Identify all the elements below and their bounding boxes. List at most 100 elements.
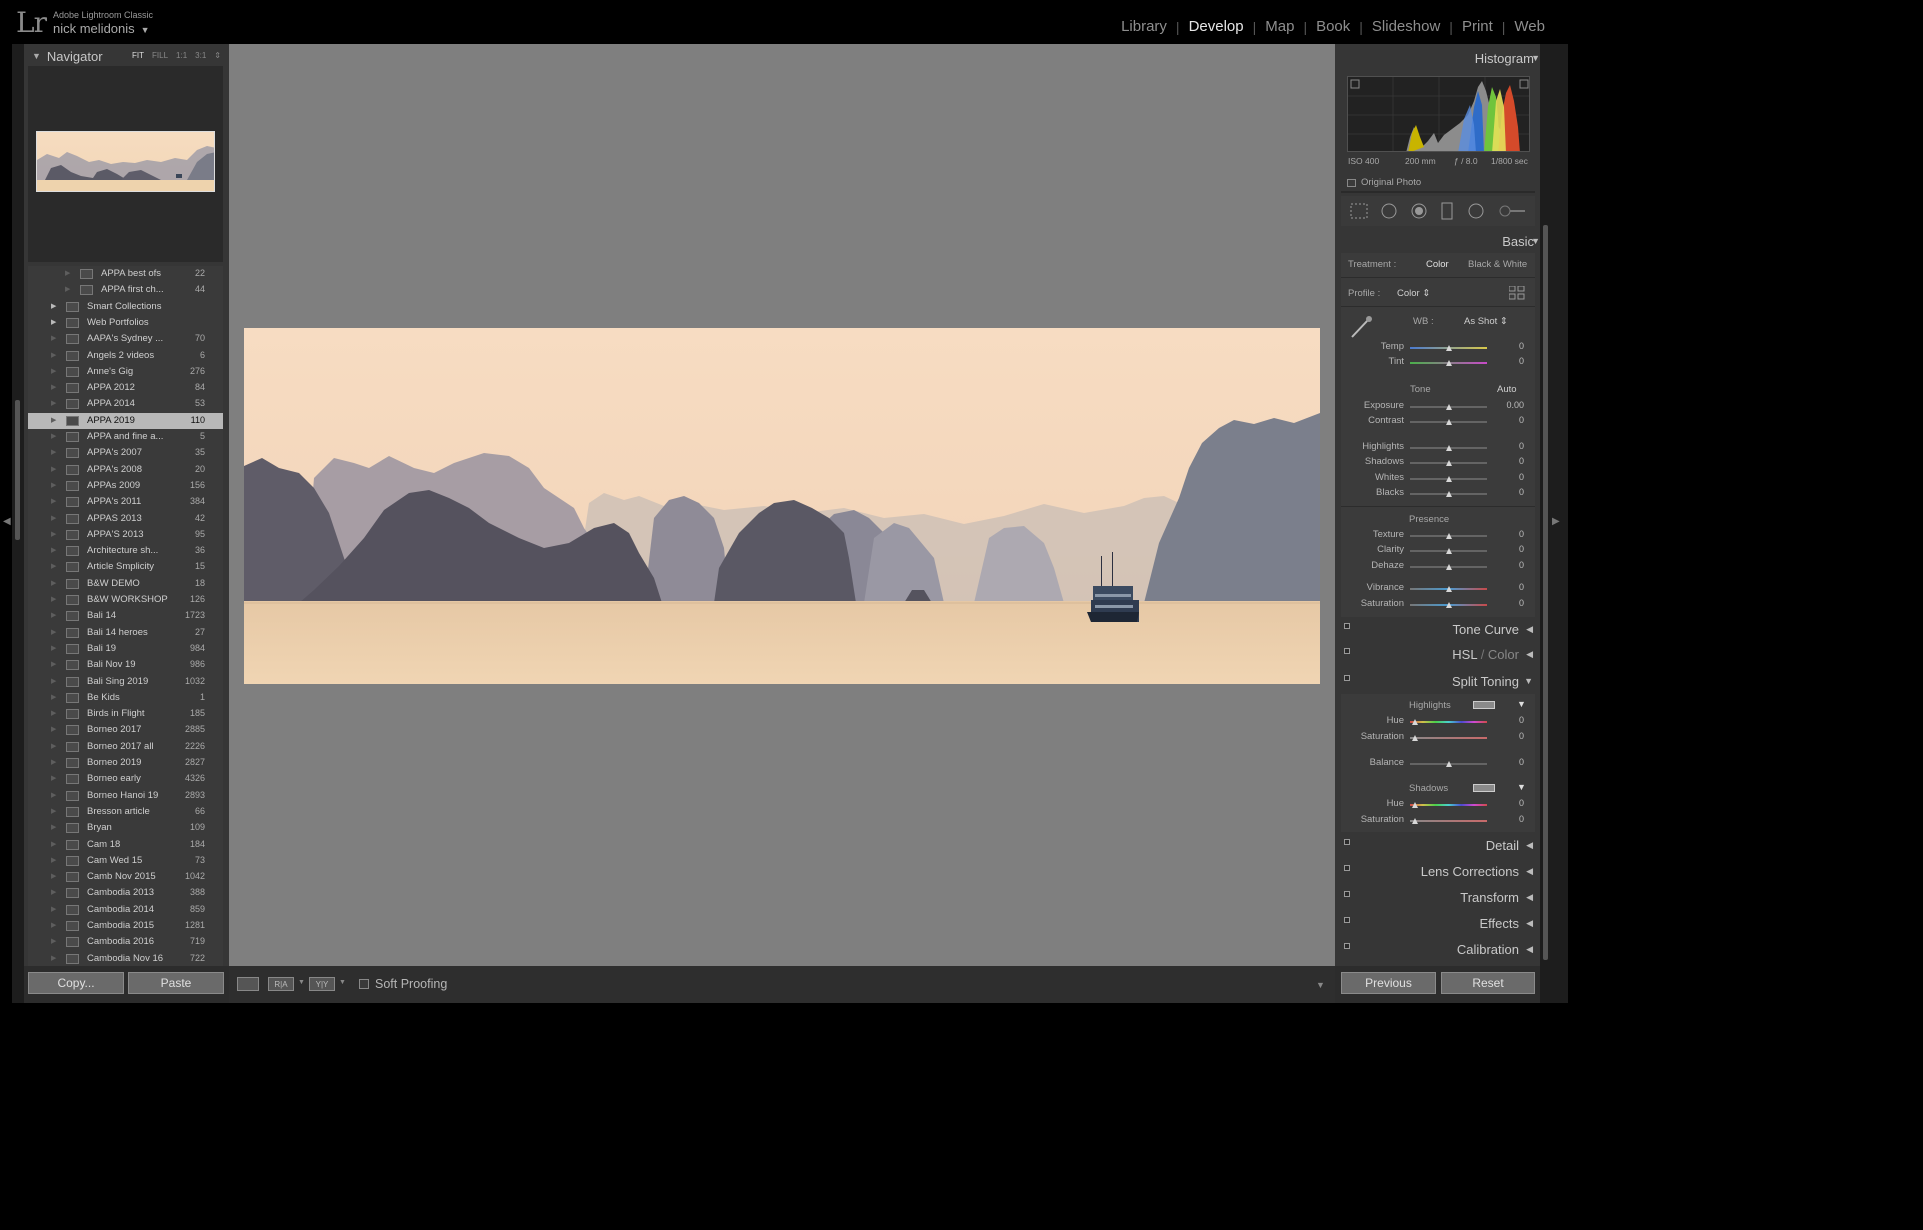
chevron-down-icon[interactable]: ▼: [141, 25, 150, 35]
exposure-slider-handle[interactable]: [1446, 404, 1452, 410]
expand-triangle-icon[interactable]: ◀: [1526, 892, 1533, 903]
shadows-hue-slider-handle[interactable]: [1412, 802, 1418, 808]
collapse-triangle-icon[interactable]: ▼: [1531, 236, 1540, 246]
disclosure-triangle-icon[interactable]: ▶: [65, 269, 70, 277]
disclosure-triangle-icon[interactable]: ▶: [51, 807, 56, 815]
disclosure-triangle-icon[interactable]: ▶: [51, 725, 56, 733]
folder-row[interactable]: ▶ APPA's 2011 384: [28, 494, 223, 510]
zoom-stepper-icon[interactable]: ⇕: [214, 51, 221, 60]
disclosure-triangle-icon[interactable]: ▶: [51, 856, 56, 864]
disclosure-triangle-icon[interactable]: ▶: [51, 416, 56, 424]
calibration-panel-header[interactable]: Calibration ◀: [1341, 938, 1535, 962]
disclosure-triangle-icon[interactable]: ▶: [51, 399, 56, 407]
auto-tone-button[interactable]: Auto: [1497, 384, 1517, 395]
contrast-value[interactable]: 0: [1484, 415, 1524, 425]
disclosure-triangle-icon[interactable]: ▶: [51, 644, 56, 652]
folder-row[interactable]: ▶ APPA 2019 110: [28, 412, 223, 429]
highlights-slider-handle[interactable]: [1446, 445, 1452, 451]
folder-row[interactable]: ▶ APPA first ch... 44: [28, 282, 223, 298]
folder-row[interactable]: ▶ APPA best ofs 22: [28, 266, 223, 282]
graduated-filter-icon[interactable]: [1441, 204, 1453, 218]
histogram-graph[interactable]: [1347, 76, 1530, 152]
disclosure-triangle-icon[interactable]: ▶: [51, 383, 56, 391]
panel-switch-icon[interactable]: [1344, 839, 1350, 845]
folder-row[interactable]: ▶ Camb Nov 2015 1042: [28, 869, 223, 885]
disclosure-triangle-icon[interactable]: ▶: [51, 742, 56, 750]
highlights-hue-value[interactable]: 0: [1484, 715, 1524, 725]
highlights-hue-slider-handle[interactable]: [1412, 719, 1418, 725]
highlights-hue-slider[interactable]: [1410, 721, 1487, 723]
zoom-fill[interactable]: FILL: [152, 51, 168, 60]
folder-row[interactable]: ▶ APPA 2012 84: [28, 380, 223, 396]
panel-switch-icon[interactable]: [1344, 865, 1350, 871]
crop-tool-icon[interactable]: [1351, 204, 1367, 218]
expand-triangle-icon[interactable]: ◀: [1526, 944, 1533, 955]
highlights-color-swatch[interactable]: [1473, 701, 1495, 709]
disclosure-triangle-icon[interactable]: ▶: [51, 872, 56, 880]
shadows-slider-handle[interactable]: [1446, 460, 1452, 466]
saturation-slider-handle[interactable]: [1446, 602, 1452, 608]
disclosure-triangle-icon[interactable]: ▶: [65, 285, 70, 293]
disclosure-triangle-icon[interactable]: ▶: [51, 709, 56, 717]
contrast-slider-handle[interactable]: [1446, 419, 1452, 425]
shadows-saturation-slider-handle[interactable]: [1412, 818, 1418, 824]
folder-row[interactable]: ▶ AAPA's Sydney ... 70: [28, 331, 223, 347]
red-eye-icon[interactable]: [1411, 204, 1427, 218]
disclosure-triangle-icon[interactable]: ▶: [51, 628, 56, 636]
effects-panel-header[interactable]: Effects ◀: [1341, 912, 1535, 936]
previous-button[interactable]: Previous: [1341, 972, 1436, 994]
folder-row[interactable]: ▶ APPA 2014 53: [28, 396, 223, 412]
folder-row[interactable]: ▶ APPA's 2007 35: [28, 445, 223, 461]
folder-row[interactable]: ▶ Cambodia 2013 388: [28, 885, 223, 901]
shadows-color-picker-icon[interactable]: ▼: [1517, 782, 1526, 792]
paste-button[interactable]: Paste: [128, 972, 224, 994]
disclosure-triangle-icon[interactable]: ▶: [51, 677, 56, 685]
disclosure-triangle-icon[interactable]: ▶: [51, 351, 56, 359]
chevron-down-icon[interactable]: ▼: [339, 979, 346, 986]
folder-row[interactable]: ▶ Birds in Flight 185: [28, 706, 223, 722]
disclosure-triangle-icon[interactable]: ▶: [51, 334, 56, 342]
reset-button[interactable]: Reset: [1441, 972, 1535, 994]
adjustment-brush-icon[interactable]: [1498, 204, 1526, 218]
wb-select[interactable]: As Shot ⇕: [1464, 316, 1508, 327]
folder-row[interactable]: ▶ Cambodia 2016 719: [28, 934, 223, 950]
disclosure-triangle-icon[interactable]: ▶: [51, 465, 56, 473]
panel-switch-icon[interactable]: [1344, 943, 1350, 949]
zoom-1-1[interactable]: 1:1: [176, 51, 187, 60]
temp-slider-handle[interactable]: [1446, 345, 1452, 351]
panel-switch-icon[interactable]: [1344, 891, 1350, 897]
right-panel-toggle-icon[interactable]: ▶: [1552, 516, 1560, 527]
hsl-tab[interactable]: HSL: [1452, 647, 1477, 662]
folder-row[interactable]: ▶ Bryan 109: [28, 820, 223, 836]
folder-row[interactable]: ▶ Bali 14 1723: [28, 608, 223, 624]
whites-value[interactable]: 0: [1484, 472, 1524, 482]
disclosure-triangle-icon[interactable]: ▶: [51, 448, 56, 456]
disclosure-triangle-icon[interactable]: ▶: [51, 921, 56, 929]
disclosure-triangle-icon[interactable]: ▶: [51, 660, 56, 668]
folder-row[interactable]: ▶ Bali 14 heroes 27: [28, 625, 223, 641]
highlights-saturation-slider[interactable]: [1410, 737, 1487, 739]
expand-triangle-icon[interactable]: ◀: [1526, 840, 1533, 851]
tint-value[interactable]: 0: [1484, 356, 1524, 366]
saturation-value[interactable]: 0: [1484, 598, 1524, 608]
blacks-value[interactable]: 0: [1484, 487, 1524, 497]
tone-curve-panel-header[interactable]: Tone Curve ◀: [1341, 618, 1535, 642]
folder-row[interactable]: ▶ Bresson article 66: [28, 804, 223, 820]
collapse-triangle-icon[interactable]: ▼: [1531, 53, 1540, 63]
folder-row[interactable]: ▶ Angels 2 videos 6: [28, 348, 223, 364]
module-book[interactable]: Book: [1307, 18, 1359, 35]
disclosure-triangle-icon[interactable]: ▶: [51, 562, 56, 570]
profile-browser-icon[interactable]: [1508, 285, 1525, 300]
disclosure-triangle-icon[interactable]: ▶: [51, 954, 56, 962]
histogram-title[interactable]: Histogram: [1475, 51, 1534, 66]
folder-row[interactable]: ▶ Smart Collections: [28, 299, 223, 315]
collapse-triangle-icon[interactable]: ▼: [32, 51, 41, 61]
disclosure-triangle-icon[interactable]: ▶: [51, 791, 56, 799]
module-map[interactable]: Map: [1256, 18, 1303, 35]
disclosure-triangle-icon[interactable]: ▶: [51, 774, 56, 782]
disclosure-triangle-icon[interactable]: ▶: [51, 758, 56, 766]
disclosure-triangle-icon[interactable]: ▶: [51, 367, 56, 375]
module-web[interactable]: Web: [1505, 18, 1554, 35]
lens-corrections-panel-header[interactable]: Lens Corrections ◀: [1341, 860, 1535, 884]
vibrance-value[interactable]: 0: [1484, 582, 1524, 592]
